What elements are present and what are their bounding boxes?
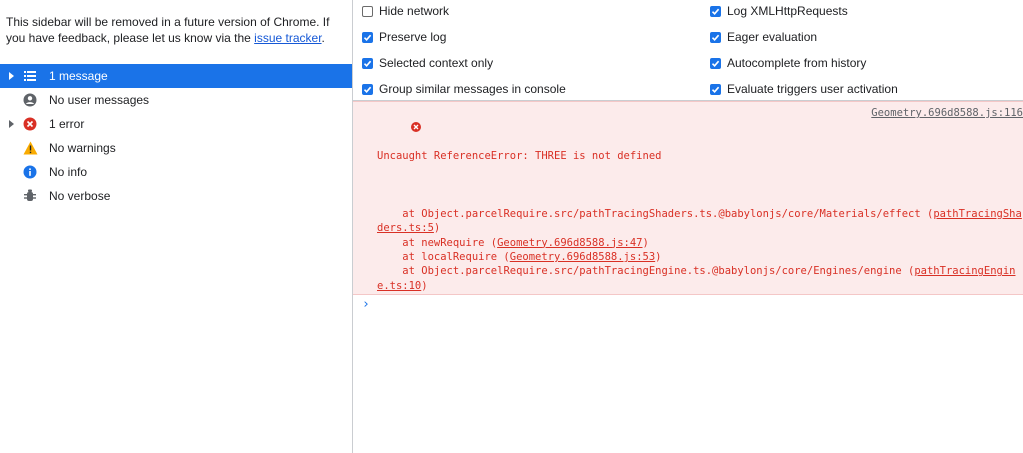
- checkbox[interactable]: [362, 57, 373, 69]
- error-icon: [22, 116, 38, 132]
- stack-frame-suffix: ): [433, 222, 441, 235]
- sidebar-item-1-message[interactable]: 1 message: [0, 64, 352, 88]
- stack-frame-suffix: ): [655, 251, 662, 264]
- stack-frame-prefix: at Object.parcelRequire.src/pathTracingS…: [377, 207, 934, 220]
- stack-frame-link[interactable]: Geometry.696d8588.js:47: [497, 237, 642, 249]
- setting-label: Hide network: [379, 4, 450, 18]
- setting-label: Autocomplete from history: [727, 56, 867, 70]
- setting-label: Selected context only: [379, 56, 494, 70]
- stack-frame-suffix: ): [642, 236, 649, 249]
- sidebar-item-label: No warnings: [49, 141, 116, 155]
- setting-autocomplete-from-history[interactable]: Autocomplete from history: [710, 55, 866, 71]
- checkbox[interactable]: [362, 83, 373, 95]
- sidebar-item-no-warnings[interactable]: No warnings: [0, 136, 352, 160]
- user-icon: [22, 92, 38, 108]
- setting-preserve-log[interactable]: Preserve log: [362, 29, 446, 45]
- error-stack-trace: at Object.parcelRequire.src/pathTracingS…: [377, 207, 1023, 295]
- sidebar-item-label: No user messages: [49, 93, 150, 107]
- console-settings-panel: Hide network Preserve log Selected context…: [353, 0, 1023, 101]
- sidebar-item-1-error[interactable]: 1 error: [0, 112, 352, 136]
- expand-arrow-icon[interactable]: [9, 120, 14, 128]
- setting-label: Group similar messages in console: [379, 82, 566, 96]
- expand-arrow-icon[interactable]: [9, 72, 14, 80]
- bug-icon: [22, 188, 38, 204]
- setting-label: Log XMLHttpRequests: [727, 4, 848, 18]
- stack-frame-link[interactable]: Geometry.696d8588.js:47: [497, 294, 642, 295]
- notice-end: .: [321, 31, 325, 45]
- error-source-link[interactable]: Geometry.696d8588.js:116: [871, 106, 1023, 120]
- checkbox[interactable]: [710, 5, 721, 17]
- stack-frame: at newRequire (Geometry.696d8588.js:47): [377, 293, 1023, 295]
- stack-frame-prefix: at newRequire (: [377, 236, 498, 249]
- stack-frame: at newRequire (Geometry.696d8588.js:47): [377, 236, 1023, 250]
- setting-eager-evaluation[interactable]: Eager evaluation: [710, 29, 817, 45]
- issue-tracker-link[interactable]: issue tracker: [254, 31, 321, 45]
- setting-selected-context-only[interactable]: Selected context only: [362, 55, 493, 71]
- sidebar-item-label: 1 error: [49, 117, 85, 131]
- setting-group-similar-messages-in-console[interactable]: Group similar messages in console: [362, 81, 566, 97]
- checkbox[interactable]: [710, 83, 721, 95]
- sidebar-item-no-verbose[interactable]: No verbose: [0, 184, 352, 208]
- setting-evaluate-triggers-user-activation[interactable]: Evaluate triggers user activation: [710, 81, 898, 97]
- setting-label: Preserve log: [379, 30, 447, 44]
- checkbox[interactable]: [362, 5, 373, 17]
- warning-icon: [22, 140, 38, 156]
- stack-frame-prefix: at localRequire (: [377, 251, 510, 264]
- sidebar-item-label: No info: [49, 165, 88, 179]
- error-icon: [360, 108, 421, 151]
- sidebar-deprecation-notice: This sidebar will be removed in a future…: [0, 0, 352, 64]
- setting-log-xmlhttprequests[interactable]: Log XMLHttpRequests: [710, 3, 848, 19]
- stack-frame: at Object.parcelRequire.src/pathTracingE…: [377, 264, 1023, 293]
- checkbox[interactable]: [710, 31, 721, 43]
- stack-frame-suffix: ): [643, 294, 649, 295]
- sidebar-item-no-info[interactable]: No info: [0, 160, 352, 184]
- error-message[interactable]: Uncaught ReferenceError: THREE is not de…: [353, 101, 1023, 295]
- setting-hide-network[interactable]: Hide network: [362, 3, 449, 19]
- checkbox[interactable]: [710, 57, 721, 69]
- checkbox[interactable]: [362, 31, 373, 43]
- sidebar-filter-list: 1 message No user messages 1 error No warni…: [0, 64, 352, 208]
- info-icon: [22, 164, 38, 180]
- console-sidebar: This sidebar will be removed in a future…: [0, 0, 353, 453]
- stack-frame: at localRequire (Geometry.696d8588.js:53…: [377, 250, 1023, 264]
- sidebar-item-label: No verbose: [49, 189, 111, 203]
- stack-frame-prefix: at newRequire (: [377, 294, 497, 295]
- console-prompt[interactable]: ›: [362, 297, 370, 312]
- stack-frame-prefix: at Object.parcelRequire.src/pathTracingE…: [377, 265, 915, 278]
- console-main: Hide network Preserve log Selected context…: [353, 0, 1023, 453]
- stack-frame-link[interactable]: Geometry.696d8588.js:53: [510, 251, 655, 263]
- list-icon: [22, 68, 38, 84]
- error-text: Uncaught ReferenceError: THREE is not de…: [377, 150, 662, 163]
- sidebar-item-no-user-messages[interactable]: No user messages: [0, 88, 352, 112]
- setting-label: Evaluate triggers user activation: [727, 82, 898, 96]
- stack-frame: at Object.parcelRequire.src/pathTracingS…: [377, 207, 1023, 236]
- stack-frame-suffix: ): [421, 279, 428, 292]
- console-messages[interactable]: Uncaught ReferenceError: THREE is not de…: [353, 101, 1023, 453]
- sidebar-item-label: 1 message: [49, 69, 108, 83]
- setting-label: Eager evaluation: [727, 30, 818, 44]
